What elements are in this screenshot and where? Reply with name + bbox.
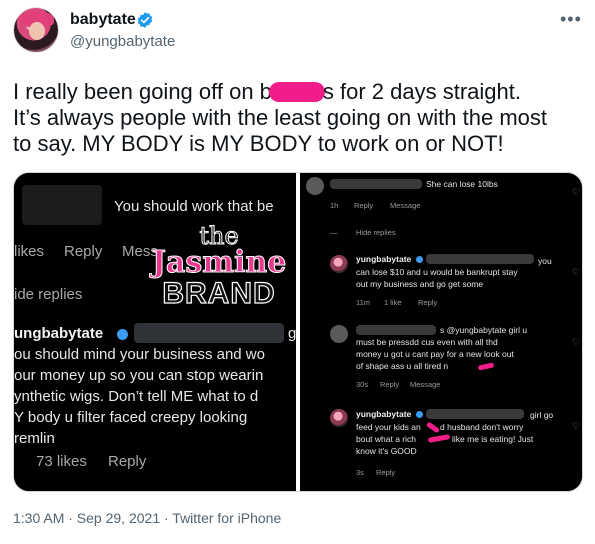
c1-heart-icon[interactable]: ♡ bbox=[572, 187, 580, 198]
hide-replies-line: — bbox=[330, 228, 338, 237]
r1-reply: Reply bbox=[418, 298, 438, 307]
r3-head-tail: girl go bbox=[530, 410, 554, 420]
blurred-avatar bbox=[22, 185, 102, 225]
r3-line-2b: like me is eating! Just bbox=[452, 434, 534, 444]
r2-message: Message bbox=[410, 380, 441, 389]
r1-heart-icon[interactable]: ♡ bbox=[572, 267, 580, 278]
tweet-line3: to say. MY BODY is MY BODY to work on or… bbox=[13, 131, 504, 156]
left-reply-line-4: Y body u filter faced creepy looking bbox=[14, 409, 248, 426]
r3-blurred-name bbox=[426, 409, 524, 419]
r2-heart-icon[interactable]: ♡ bbox=[572, 337, 580, 348]
c1-text: She can lose 10lbs bbox=[426, 179, 498, 189]
r2-head: s @yungbabytate girl u bbox=[440, 325, 528, 335]
user-handle[interactable]: @yungbabytate bbox=[70, 33, 175, 50]
left-reply-line-1: ou should mind your business and wo bbox=[14, 346, 265, 363]
r1-line-2: can lose $10 and u would be bankrupt sta… bbox=[356, 267, 518, 277]
r1-avatar bbox=[330, 255, 348, 273]
left-verified-icon bbox=[117, 329, 128, 340]
left-reply-reply: Reply bbox=[108, 453, 147, 470]
r3-avatar bbox=[330, 409, 348, 427]
tweet-line1-end: s for 2 days straight. bbox=[322, 79, 521, 104]
screenshot-right: She can lose 10lbs 1h Reply Message ♡ — … bbox=[300, 173, 582, 491]
left-comment-text: You should work that be bbox=[114, 198, 274, 215]
left-blurred-name bbox=[134, 323, 284, 343]
tweet-media[interactable]: You should work that be likes Reply Mess… bbox=[13, 172, 583, 492]
r2-pink-redaction bbox=[477, 362, 495, 371]
tweet-card: babytate @yungbabytate ••• I really been… bbox=[0, 0, 595, 544]
more-options-icon[interactable]: ••• bbox=[560, 10, 582, 28]
r2-reply: Reply bbox=[380, 380, 400, 389]
r3-time: 3s bbox=[356, 468, 364, 477]
watermark-jasmine: Jasmine bbox=[151, 245, 287, 280]
r3-pink-redaction-1 bbox=[425, 421, 441, 434]
r3-reply: Reply bbox=[376, 468, 396, 477]
avatar[interactable] bbox=[13, 7, 59, 53]
c1-time: 1h bbox=[330, 201, 339, 210]
r3-line-1b: d husband don't worry bbox=[440, 422, 524, 432]
r2-line-1: must be pressdd cus even with all thd bbox=[356, 337, 498, 347]
c1-reply: Reply bbox=[354, 201, 374, 210]
screenshot-left: You should work that be likes Reply Mess… bbox=[14, 173, 296, 491]
left-reply-line-5: remlin bbox=[14, 430, 55, 447]
tweet-line1-start: I really been going off on b bbox=[13, 79, 272, 104]
left-reply-likes: 73 likes bbox=[36, 453, 87, 470]
c1-avatar bbox=[306, 177, 324, 195]
r1-line-3: out my business and go get some bbox=[356, 279, 484, 289]
r2-blurred-name bbox=[356, 325, 436, 335]
pink-redaction bbox=[268, 82, 325, 102]
r2-avatar bbox=[330, 325, 348, 343]
r1-line-1: you bbox=[538, 256, 552, 266]
r1-author: yungbabytate bbox=[356, 254, 412, 264]
left-reply-line-3: ynthetic wigs. Don’t tell ME what to d bbox=[14, 388, 259, 405]
c1-blurred-name bbox=[330, 179, 422, 189]
tweet-line2: It’s always people with the least going … bbox=[13, 105, 548, 130]
watermark-the: the bbox=[199, 222, 239, 250]
tweet-timestamp[interactable]: 1:30 AM · Sep 29, 2021 · Twitter for iPh… bbox=[13, 510, 281, 526]
r1-verified-icon bbox=[416, 256, 423, 263]
r3-author: yungbabytate bbox=[356, 409, 412, 419]
r3-line-1a: feed your kids an bbox=[356, 422, 421, 432]
r2-line-2: money u got u cant pay for a new look ou… bbox=[356, 349, 514, 359]
left-likes: likes bbox=[14, 243, 45, 260]
r2-time: 30s bbox=[356, 380, 369, 389]
watermark: the Jasmine BRAND bbox=[134, 222, 296, 310]
r3-line-3: know it's GOOD bbox=[356, 446, 417, 456]
r2-line-3: of shape ass u all tired n bbox=[356, 361, 449, 371]
left-hide-replies: ide replies bbox=[14, 286, 83, 303]
display-name[interactable]: babytate bbox=[70, 11, 136, 29]
r3-heart-icon[interactable]: ♡ bbox=[572, 421, 580, 432]
r3-line-2a: bout what a rich bbox=[356, 434, 417, 444]
left-reply-trail: g bbox=[288, 325, 296, 342]
r1-time: 11m bbox=[356, 298, 371, 307]
c1-message: Message bbox=[390, 201, 421, 210]
avatar-face bbox=[29, 22, 45, 40]
r3-verified-icon bbox=[416, 411, 423, 418]
r1-likes: 1 like bbox=[384, 298, 402, 307]
tweet-text: I really been going off on b s for 2 days… bbox=[13, 79, 588, 157]
left-reply: Reply bbox=[64, 243, 103, 260]
r1-blurred-name bbox=[426, 254, 534, 264]
left-reply-line-2: our money up so you can stop wearin bbox=[14, 367, 264, 384]
verified-badge-icon bbox=[137, 12, 153, 28]
r3-pink-redaction-2 bbox=[427, 434, 451, 443]
watermark-brand: BRAND bbox=[162, 277, 276, 310]
left-reply-author: ungbabytate bbox=[14, 325, 104, 342]
hide-replies[interactable]: Hide replies bbox=[356, 227, 396, 238]
